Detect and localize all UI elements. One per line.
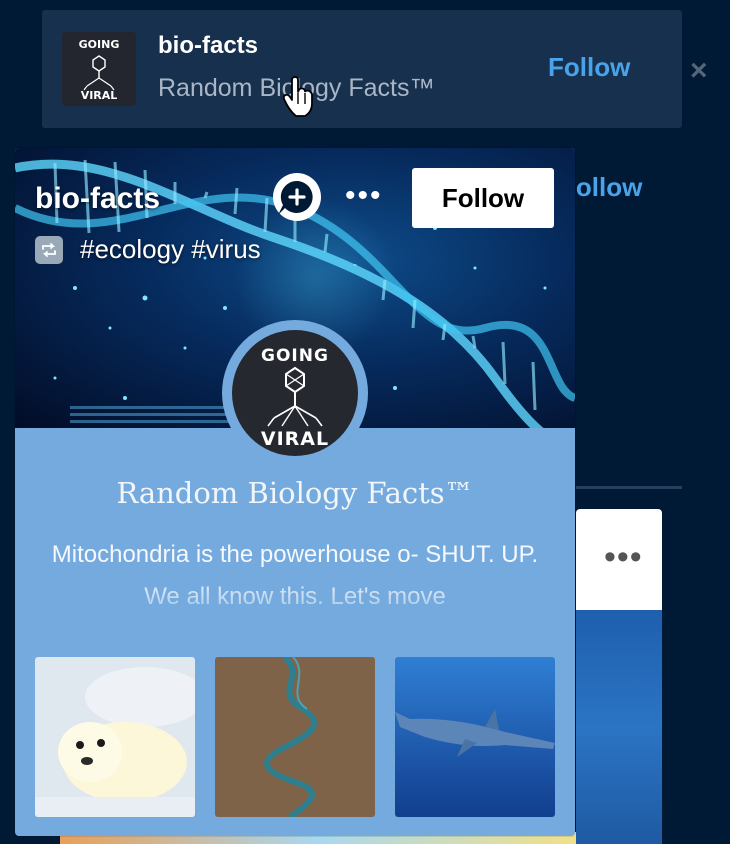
background-post-card[interactable]: ••• [576,509,662,844]
divider [576,486,682,489]
more-options-icon[interactable]: ••• [345,181,383,211]
avatar-large-bottom-text: VIRAL [260,428,330,450]
close-icon[interactable]: × [690,56,708,86]
popover-blog-name[interactable]: bio-facts [35,182,160,216]
popover-description: Mitochondria is the powerhouse o- SHUT. … [51,541,539,610]
hand-cursor-icon [282,76,313,117]
blog-popover-card[interactable]: bio-facts #ecology #virus ••• Follow GOI… [15,148,575,836]
post-image [576,610,662,844]
shark-photo [395,657,555,817]
suggested-blog-row[interactable]: GOING VIRAL bio-facts Random Biology Fac… [42,10,682,128]
blog-avatar-small[interactable]: GOING VIRAL [62,32,136,106]
reblog-tags-row: #ecology #virus [35,234,261,265]
follow-button[interactable]: Follow [412,168,554,228]
river-photo [215,657,375,817]
post-more-icon[interactable]: ••• [604,540,643,574]
blog-avatar-large[interactable]: GOING VIRAL [222,320,368,466]
recent-post-thumbnail-river[interactable] [215,657,375,817]
recent-post-thumbnail-shark[interactable] [395,657,555,817]
recent-post-thumbnail-seal[interactable] [35,657,195,817]
suggested-blog-name[interactable]: bio-facts [158,32,258,60]
avatar-bottom-text: VIRAL [80,89,118,102]
suggested-follow-link[interactable]: Follow [548,52,630,83]
reblog-icon [35,235,63,264]
seal-photo [35,657,195,817]
popover-tags[interactable]: #ecology #virus [80,234,261,265]
plus-icon[interactable] [273,173,321,221]
popover-blog-title: Random Biology Facts™ [116,476,474,510]
